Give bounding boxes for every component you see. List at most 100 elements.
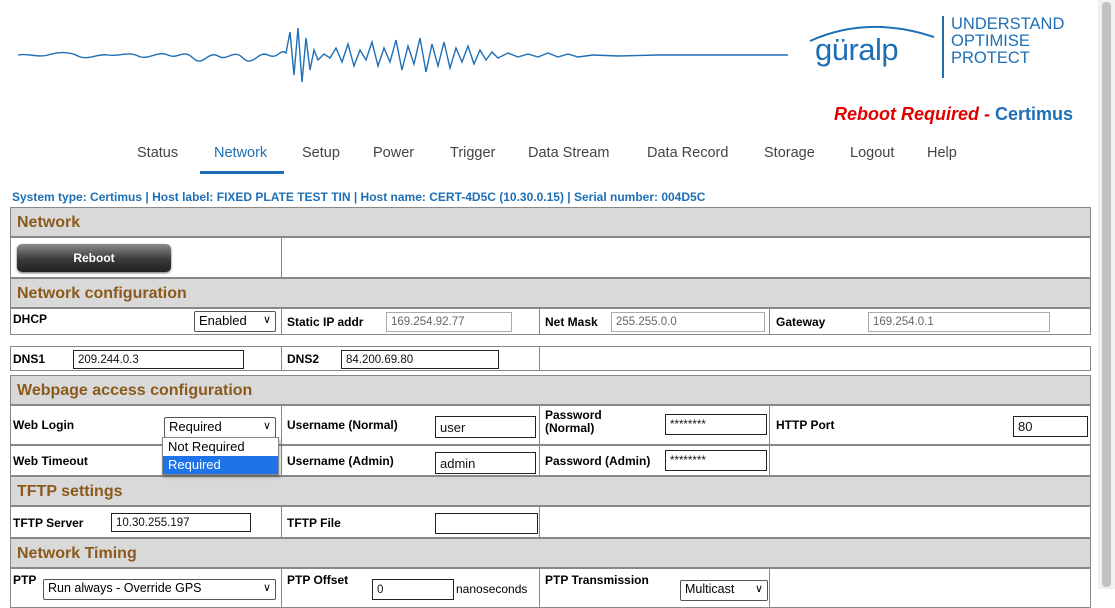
web-login-value: Required <box>169 419 222 434</box>
tftp-server-field[interactable] <box>111 513 251 532</box>
netmask-cell: Net Mask <box>540 309 770 334</box>
gateway-label: Gateway <box>776 315 826 329</box>
tftp-file-field[interactable] <box>435 513 538 534</box>
scrollbar-thumb[interactable] <box>1102 2 1111 587</box>
seismic-waveform-graphic <box>18 27 788 83</box>
netmask-label: Net Mask <box>545 315 598 329</box>
gateway-field[interactable] <box>868 312 1050 332</box>
logo-divider <box>942 16 944 78</box>
vertical-scrollbar[interactable] <box>1098 0 1115 589</box>
static-ip-field[interactable] <box>386 312 512 332</box>
ptp-mode-select[interactable]: Run always - Override GPS ∨ <box>43 579 276 600</box>
password-admin-cell: Password (Admin) <box>540 446 770 475</box>
username-admin-label: Username (Admin) <box>287 454 394 468</box>
network-config-row-2: DNS1 DNS2 <box>10 346 1091 371</box>
password-normal-field[interactable] <box>665 414 767 435</box>
ptp-mode-value: Run always - Override GPS <box>48 581 202 595</box>
ptp-offset-label: PTP Offset <box>287 573 349 587</box>
tagline-line: UNDERSTAND <box>951 15 1065 33</box>
active-tab-indicator <box>200 171 284 174</box>
tftp-server-label: TFTP Server <box>13 516 84 530</box>
dns1-label: DNS1 <box>13 352 46 366</box>
nav-status[interactable]: Status <box>137 145 178 161</box>
chevron-down-icon: ∨ <box>262 582 271 594</box>
ptp-offset-field[interactable] <box>372 579 454 600</box>
http-port-cell: HTTP Port <box>770 406 1092 444</box>
section-network-configuration: Network configuration <box>10 278 1091 308</box>
static-ip-cell: Static IP addr <box>282 309 540 334</box>
reboot-cell: Reboot <box>11 238 282 277</box>
ptp-offset-unit: nanoseconds <box>456 582 528 596</box>
nav-help[interactable]: Help <box>927 145 957 161</box>
notice-separator: - <box>978 104 995 124</box>
section-title: Network Timing <box>17 545 137 562</box>
password-admin-label: Password (Admin) <box>545 454 651 468</box>
tftp-row: TFTP Server TFTP File <box>10 506 1091 538</box>
section-title: Network <box>17 214 81 231</box>
ptp-label: PTP <box>13 573 37 587</box>
dns2-field[interactable] <box>341 350 499 369</box>
timing-row: PTP Run always - Override GPS ∨ PTP Offse… <box>10 568 1091 608</box>
username-admin-field[interactable] <box>435 452 536 474</box>
nav-network[interactable]: Network <box>214 145 267 161</box>
dropdown-option-not-required[interactable]: Not Required <box>163 438 278 456</box>
reboot-row: Reboot <box>10 237 1091 278</box>
tagline-line: OPTIMISE <box>951 32 1030 50</box>
section-title: TFTP settings <box>17 483 123 500</box>
brand-tagline: UNDERSTAND OPTIMISE PROTECT <box>951 16 1064 67</box>
chevron-down-icon: ∨ <box>262 420 271 432</box>
device-name: Certimus <box>994 104 1073 124</box>
web-login-dropdown: Not Required Required <box>162 437 279 475</box>
dns2-label: DNS2 <box>287 352 320 366</box>
ptp-transmission-select[interactable]: Multicast ∨ <box>680 580 768 601</box>
page-header: güralp UNDERSTAND OPTIMISE PROTECT Reboo… <box>0 0 1096 130</box>
username-admin-cell: Username (Admin) <box>282 446 540 475</box>
ptp-cell: PTP Run always - Override GPS ∨ <box>11 569 282 607</box>
tftp-file-label: TFTP File <box>287 516 341 530</box>
section-title: Webpage access configuration <box>17 382 253 399</box>
nav-data-stream[interactable]: Data Stream <box>528 145 609 161</box>
nav-trigger[interactable]: Trigger <box>450 145 495 161</box>
nav-power[interactable]: Power <box>373 145 414 161</box>
nav-setup[interactable]: Setup <box>302 145 340 161</box>
ptp-transmission-label: PTP Transmission <box>545 573 649 587</box>
tftp-file-cell: TFTP File <box>282 507 540 537</box>
ptp-transmission-cell: PTP Transmission Multicast ∨ <box>540 569 770 607</box>
reboot-button[interactable]: Reboot <box>17 244 171 272</box>
http-port-label: HTTP Port <box>776 418 835 432</box>
section-network-timing: Network Timing <box>10 538 1091 568</box>
section-webpage-access: Webpage access configuration <box>10 375 1091 405</box>
web-login-label: Web Login <box>13 418 75 432</box>
password-admin-field[interactable] <box>665 450 767 471</box>
network-config-row-1: DHCP Enabled ∨ Static IP addr Net Mask Ga… <box>10 308 1091 335</box>
netmask-field[interactable] <box>611 312 765 332</box>
section-title: Network configuration <box>17 285 187 302</box>
dns2-cell: DNS2 <box>282 347 540 370</box>
dns1-field[interactable] <box>73 350 244 369</box>
password-normal-label: Password (Normal) <box>545 408 602 435</box>
ptp-transmission-value: Multicast <box>685 582 735 596</box>
http-port-field[interactable] <box>1013 416 1088 437</box>
tagline-line: PROTECT <box>951 49 1030 67</box>
web-timeout-label: Web Timeout <box>13 454 88 468</box>
nav-logout[interactable]: Logout <box>850 145 894 161</box>
dns1-cell: DNS1 <box>11 347 282 370</box>
static-ip-label: Static IP addr <box>287 315 364 329</box>
ptp-offset-cell: PTP Offset nanoseconds <box>282 569 540 607</box>
password-normal-cell: Password (Normal) <box>540 406 770 444</box>
reboot-required-notice: Reboot Required - Certimus <box>834 104 1073 125</box>
web-login-select[interactable]: Required ∨ <box>164 417 276 438</box>
chevron-down-icon: ∨ <box>262 314 271 326</box>
username-normal-field[interactable] <box>435 416 536 438</box>
nav-data-record[interactable]: Data Record <box>647 145 728 161</box>
nav-storage[interactable]: Storage <box>764 145 815 161</box>
dhcp-cell: DHCP Enabled ∨ <box>11 309 282 334</box>
reboot-required-text: Reboot Required <box>833 104 979 124</box>
section-network: Network <box>10 207 1091 237</box>
system-info-bar: System type: Certimus | Host label: FIXE… <box>12 190 706 204</box>
dhcp-value: Enabled <box>199 313 247 328</box>
dhcp-select[interactable]: Enabled ∨ <box>194 311 276 332</box>
username-normal-cell: Username (Normal) <box>282 406 540 444</box>
section-tftp: TFTP settings <box>10 476 1091 506</box>
dropdown-option-required[interactable]: Required <box>163 456 278 474</box>
